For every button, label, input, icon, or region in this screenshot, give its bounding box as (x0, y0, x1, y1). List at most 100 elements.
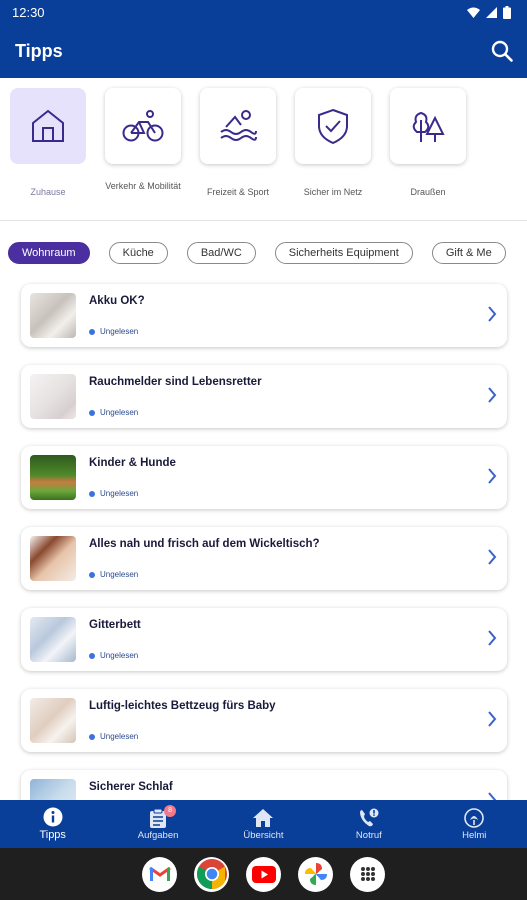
nav-aufgaben[interactable]: 8 Aufgaben (108, 804, 208, 841)
tips-list: Akku OK? Ungelesen Rauchmelder sind Lebe… (21, 284, 507, 800)
nav-label: Aufgaben (137, 829, 179, 841)
tip-title: Akku OK? (89, 295, 145, 307)
info-icon (43, 807, 63, 827)
tip-thumbnail (30, 293, 76, 338)
unread-dot (89, 490, 95, 497)
status-label: Ungelesen (100, 732, 139, 741)
chevron-right-icon (488, 468, 497, 484)
system-dock (0, 848, 527, 900)
tip-thumbnail (30, 455, 76, 500)
tip-thumbnail (30, 617, 76, 662)
category-tile (390, 88, 466, 164)
tip-card[interactable]: Sicherer Schlaf (21, 770, 507, 800)
unread-dot (89, 328, 95, 335)
tip-card[interactable]: Gitterbett Ungelesen (21, 608, 507, 671)
category-label: Verkehr & Mobilität (105, 181, 181, 191)
category-zuhause[interactable]: Zuhause (10, 88, 86, 199)
category-label: Freizeit & Sport (206, 187, 270, 197)
shield-icon (318, 108, 348, 145)
chip-wohnraum[interactable]: Wohnraum (8, 242, 90, 264)
tip-title: Kinder & Hunde (89, 457, 176, 469)
tip-card[interactable]: Alles nah und frisch auf dem Wickeltisch… (21, 527, 507, 590)
category-netz[interactable]: Sicher im Netz (295, 88, 371, 199)
status-icons (467, 5, 511, 19)
chevron-right-icon (488, 792, 497, 800)
tip-thumbnail (30, 536, 76, 581)
status-time: 12:30 (12, 4, 45, 20)
unread-status: Ungelesen (89, 489, 138, 498)
unread-dot (89, 733, 95, 740)
unread-status: Ungelesen (89, 327, 138, 336)
page-title: Tipps (15, 40, 63, 61)
nav-tipps[interactable]: Tipps (3, 807, 103, 841)
status-label: Ungelesen (100, 570, 139, 579)
wifi-icon (467, 7, 480, 18)
signal-icon (486, 6, 497, 18)
app-bar: Tipps (0, 24, 527, 78)
tip-thumbnail (30, 779, 76, 800)
chevron-right-icon (488, 306, 497, 322)
gmail-icon[interactable] (142, 856, 177, 892)
unread-status: Ungelesen (89, 408, 138, 417)
tip-card[interactable]: Rauchmelder sind Lebensretter Ungelesen (21, 365, 507, 428)
bottom-navigation: Tipps 8 Aufgaben Übersicht Notruf Helmi (0, 800, 527, 848)
chip-gift[interactable]: Gift & Me (431, 242, 506, 264)
category-tile (105, 88, 181, 164)
status-label: Ungelesen (100, 489, 139, 498)
category-tile (295, 88, 371, 164)
tip-title: Luftig-leichtes Bettzeug fürs Baby (89, 700, 276, 712)
home-icon (253, 808, 274, 827)
tip-card[interactable]: Luftig-leichtes Bettzeug fürs Baby Ungel… (21, 689, 507, 752)
youtube-icon[interactable] (246, 856, 281, 892)
unread-dot (89, 652, 95, 659)
tip-title: Gitterbett (89, 619, 141, 631)
category-row: Zuhause Verkehr & Mobilität Freizeit & S… (10, 88, 466, 199)
tip-card[interactable]: Kinder & Hunde Ungelesen (21, 446, 507, 509)
nav-label: Helmi (462, 829, 487, 841)
unread-status: Ungelesen (89, 732, 138, 741)
unread-status: Ungelesen (89, 570, 138, 579)
unread-dot (89, 409, 95, 416)
nav-notruf[interactable]: Notruf (319, 808, 419, 841)
photos-icon[interactable] (298, 856, 333, 892)
filter-chips: Wohnraum Küche Bad/WC Sicherheits Equipm… (8, 242, 506, 264)
nav-label: Übersicht (243, 829, 284, 841)
tip-title: Alles nah und frisch auf dem Wickeltisch… (89, 538, 320, 550)
tip-title: Sicherer Schlaf (89, 781, 173, 793)
chip-sicherheits-equipment[interactable]: Sicherheits Equipment (274, 242, 413, 264)
chrome-icon[interactable] (194, 856, 229, 892)
search-icon[interactable] (491, 40, 513, 62)
content-sheet: Zuhause Verkehr & Mobilität Freizeit & S… (0, 78, 527, 800)
trees-icon (412, 111, 445, 142)
phone-icon (359, 808, 379, 826)
chevron-right-icon (488, 630, 497, 646)
tip-card[interactable]: Akku OK? Ungelesen (21, 284, 507, 347)
helmi-icon (464, 807, 485, 828)
status-label: Ungelesen (100, 651, 139, 660)
nav-uebersicht[interactable]: Übersicht (213, 808, 313, 841)
task-count-badge: 8 (164, 804, 177, 817)
bicycle-icon (122, 110, 164, 142)
chevron-right-icon (488, 549, 497, 565)
tip-thumbnail (30, 698, 76, 743)
chevron-right-icon (488, 711, 497, 727)
nav-label: Notruf (355, 829, 382, 841)
battery-icon (503, 5, 511, 19)
category-draussen[interactable]: Draußen (390, 88, 466, 199)
chip-bad-wc[interactable]: Bad/WC (186, 242, 256, 264)
category-freizeit[interactable]: Freizeit & Sport (200, 88, 276, 199)
category-verkehr[interactable]: Verkehr & Mobilität (105, 88, 181, 199)
status-label: Ungelesen (100, 408, 139, 417)
category-tile (200, 88, 276, 164)
divider (0, 220, 527, 221)
category-label: Zuhause (30, 187, 66, 197)
category-tile (10, 88, 86, 164)
apps-icon[interactable] (350, 856, 385, 892)
swimmer-icon (220, 110, 257, 141)
chevron-right-icon (488, 387, 497, 403)
category-label: Draußen (410, 187, 446, 197)
house-icon (32, 109, 64, 142)
nav-helmi[interactable]: Helmi (424, 807, 524, 841)
tip-title: Rauchmelder sind Lebensretter (89, 376, 262, 388)
chip-kueche[interactable]: Küche (108, 242, 168, 264)
